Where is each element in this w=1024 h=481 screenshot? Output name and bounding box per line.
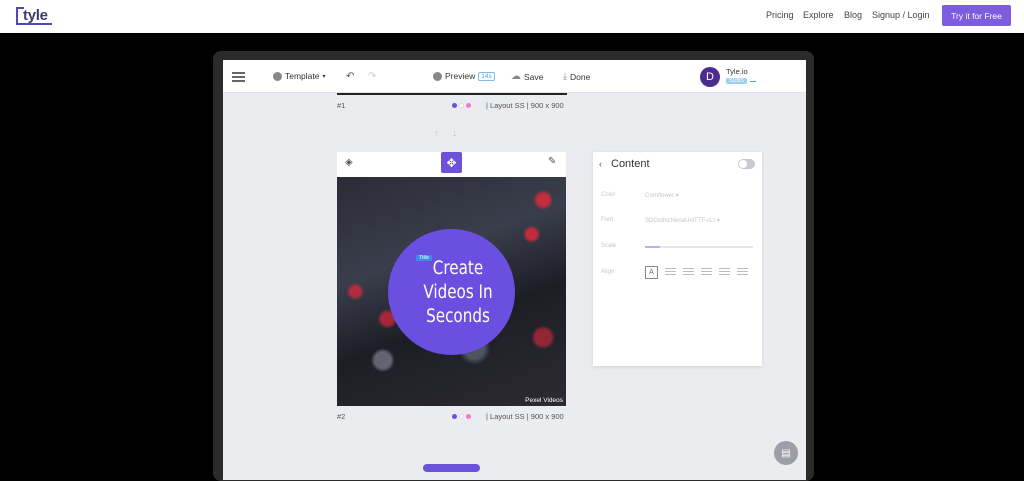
font-label: Font — [601, 217, 614, 223]
font-value: SDGothicNeoaUniTTF-cLt — [645, 218, 716, 224]
template-dropdown[interactable]: Template ▾ — [273, 71, 326, 81]
scale-label: Scale — [601, 243, 617, 249]
avatar[interactable]: D — [700, 67, 720, 87]
color-label: Color — [601, 192, 616, 198]
redo-icon[interactable]: ↷ — [368, 71, 376, 82]
move-icon[interactable]: ✥ — [441, 152, 462, 173]
add-scene-button[interactable] — [423, 464, 480, 472]
scene-1-number: #1 — [337, 101, 346, 110]
scene-2-toolbar: ◈ ✥ ✎ — [337, 152, 566, 177]
top-navigation: tyle Pricing Explore Blog Signup / Login… — [0, 0, 1024, 33]
align-options: A — [645, 266, 748, 279]
play-icon — [433, 71, 442, 81]
scene-1-layout: | Layout SS | 900 x 900 — [486, 101, 564, 110]
scene-2-size: 900 x 900 — [530, 412, 564, 421]
preview-label: Preview — [445, 71, 476, 81]
move-down-icon[interactable]: ↓ — [453, 128, 472, 138]
save-label: Save — [524, 71, 544, 82]
nav-link-pricing[interactable]: Pricing — [766, 10, 794, 20]
color-dot-white[interactable] — [459, 414, 464, 419]
scene-1-thumbnail-edge — [337, 93, 567, 95]
scene-1-color-dots[interactable] — [452, 103, 471, 108]
color-dot-purple[interactable] — [452, 103, 457, 108]
scene-2-number: #2 — [337, 412, 346, 421]
scene-2-layout: | Layout SS | 900 x 900 — [486, 412, 564, 421]
subscription-badge: SUBS — [726, 78, 747, 84]
align-center-icon[interactable] — [683, 268, 694, 277]
chat-icon[interactable]: ▤ — [774, 441, 798, 465]
download-icon: ⤓ — [563, 71, 567, 81]
scene-canvas[interactable]: Title Create Videos In Seconds Pexel Vid… — [337, 177, 566, 406]
color-value: Cornflower — [645, 193, 675, 199]
headline-line-1: Create — [432, 258, 484, 279]
scene-2-card: ◈ ✥ ✎ Title Create Videos In Seconds Pex… — [337, 152, 566, 406]
move-up-icon[interactable]: ↑ — [434, 128, 453, 138]
nav-link-blog[interactable]: Blog — [844, 10, 862, 20]
try-free-button[interactable]: Try it for Free — [942, 5, 1011, 26]
align-justify-icon[interactable] — [719, 268, 730, 277]
badge-underline — [750, 81, 756, 82]
scale-slider[interactable] — [645, 246, 753, 248]
headline-text[interactable]: Create Videos In Seconds — [401, 257, 516, 329]
edit-icon[interactable]: ✎ — [548, 156, 556, 167]
color-select[interactable]: Cornflower ▾ — [645, 192, 679, 199]
logo-text: tyle — [23, 6, 48, 24]
headline-line-2: Videos In — [423, 282, 493, 303]
palette-icon — [273, 71, 282, 81]
editor-toolbar: Template ▾ ↶ ↷ Preview 14s ☁ Save ⤓ Done… — [223, 60, 806, 93]
scene-2-layout-name: Layout SS — [490, 412, 525, 421]
chevron-left-icon[interactable]: ‹ — [599, 159, 602, 169]
done-label: Done — [569, 71, 591, 82]
content-panel: ‹ Content Color Cornflower ▾ Font SDGoth… — [593, 152, 762, 366]
content-toggle[interactable] — [738, 159, 755, 169]
color-dot-purple[interactable] — [452, 414, 457, 419]
nav-link-explore[interactable]: Explore — [803, 10, 834, 20]
align-auto-button[interactable]: A — [645, 266, 658, 279]
color-dot-pink[interactable] — [466, 103, 471, 108]
scale-slider-fill — [645, 246, 660, 248]
headline-line-3: Seconds — [426, 306, 490, 327]
align-left-icon[interactable] — [665, 268, 676, 277]
color-dot-white[interactable] — [459, 103, 464, 108]
scene-2-color-dots[interactable] — [452, 414, 471, 419]
color-dot-pink[interactable] — [466, 414, 471, 419]
panel-title: Content — [611, 158, 650, 170]
chevron-down-icon: ▾ — [322, 73, 326, 80]
save-button[interactable]: ☁ Save — [511, 71, 543, 82]
user-name: Tyle.io — [726, 67, 748, 76]
editor-screen: Template ▾ ↶ ↷ Preview 14s ☁ Save ⤓ Done… — [223, 60, 806, 480]
template-label: Template — [285, 71, 320, 81]
cloud-icon: ☁ — [511, 71, 521, 82]
video-credit: Pexel Videos — [525, 397, 563, 404]
menu-icon[interactable] — [232, 72, 245, 82]
align-right-icon[interactable] — [701, 268, 712, 277]
nav-link-signup-login[interactable]: Signup / Login — [872, 10, 930, 20]
font-select[interactable]: SDGothicNeoaUniTTF-cLt ▾ — [645, 217, 720, 224]
align-distribute-icon[interactable] — [737, 268, 748, 277]
undo-icon[interactable]: ↶ — [346, 71, 354, 82]
preview-button[interactable]: Preview 14s — [433, 71, 495, 81]
tyle-logo[interactable]: tyle — [16, 5, 52, 25]
align-label: Align — [601, 269, 615, 275]
preview-duration-badge: 14s — [478, 71, 495, 81]
scene-1-layout-name: Layout SS — [490, 101, 525, 110]
reorder-arrows: ↑↓ — [434, 128, 471, 138]
scene-1-size: 900 x 900 — [530, 101, 564, 110]
done-button[interactable]: ⤓ Done — [563, 71, 590, 82]
layers-icon[interactable]: ◈ — [345, 157, 353, 168]
